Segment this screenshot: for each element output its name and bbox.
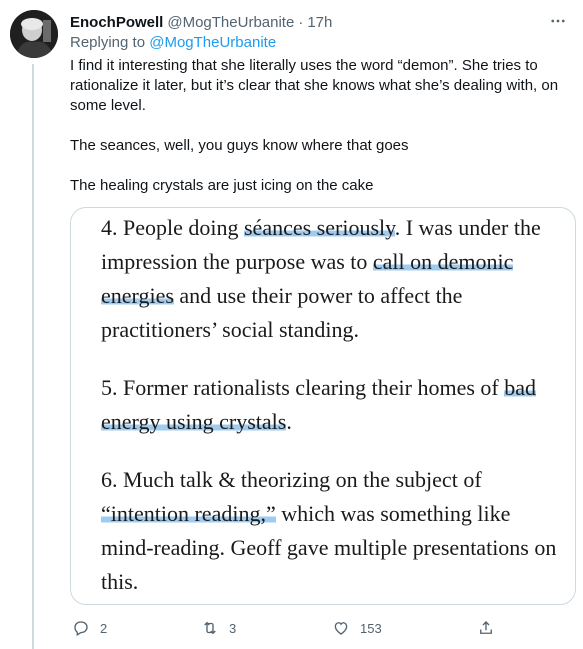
tweet-body: I find it interesting that she literally… — [70, 56, 570, 196]
tweet-paragraph: The healing crystals are just icing on t… — [70, 177, 374, 194]
thread-line — [32, 64, 34, 649]
retweet-count: 3 — [229, 620, 237, 636]
user-handle[interactable]: @MogTheUrbanite — [167, 14, 294, 31]
retweet-button[interactable]: 3 — [201, 619, 236, 637]
like-count: 153 — [360, 620, 382, 636]
image-item-5: 5. Former rationalists clearing their ho… — [101, 371, 561, 439]
separator: · — [298, 13, 304, 31]
avatar[interactable] — [10, 10, 58, 58]
image-item-4: 4. People doing séances seriously. I was… — [101, 211, 561, 347]
tweet-paragraph: The seances, well, you guys know where t… — [70, 137, 409, 154]
tweet-paragraph: I find it interesting that she literally… — [70, 57, 559, 114]
display-name[interactable]: EnochPowell — [70, 14, 163, 31]
replying-to-link[interactable]: @MogTheUrbanite — [149, 34, 276, 51]
image-text-span: 5. Former rationalists clearing their ho… — [101, 375, 505, 400]
image-text-span: 4. People doing — [101, 215, 244, 240]
image-item-6: 6. Much talk & theorizing on the subject… — [101, 463, 561, 599]
highlighted-text: “intention reading,” — [101, 501, 276, 526]
reply-button[interactable]: 2 — [72, 619, 107, 637]
reply-count: 2 — [100, 620, 108, 636]
attached-image[interactable]: 4. People doing séances seriously. I was… — [70, 207, 576, 605]
reply-icon — [74, 621, 88, 636]
timestamp[interactable]: 17h — [307, 14, 332, 31]
share-icon — [480, 621, 492, 634]
retweet-icon — [204, 621, 216, 635]
highlighted-text: séances seriously — [244, 215, 395, 240]
share-button[interactable] — [477, 619, 495, 637]
replying-to: Replying to @MogTheUrbanite — [70, 34, 276, 51]
avatar-image — [10, 10, 58, 58]
tweet-actions: 2 3 153 — [70, 616, 500, 640]
more-icon[interactable] — [547, 10, 569, 32]
image-text: 4. People doing séances seriously. I was… — [101, 211, 561, 599]
heart-icon — [334, 622, 348, 635]
like-button[interactable]: 153 — [332, 619, 382, 637]
replying-prefix: Replying to — [70, 34, 146, 51]
tweet-header: EnochPowell @MogTheUrbanite · 17h — [70, 12, 569, 32]
image-text-span: . — [286, 409, 292, 434]
image-text-span: 6. Much talk & theorizing on the subject… — [101, 467, 482, 492]
